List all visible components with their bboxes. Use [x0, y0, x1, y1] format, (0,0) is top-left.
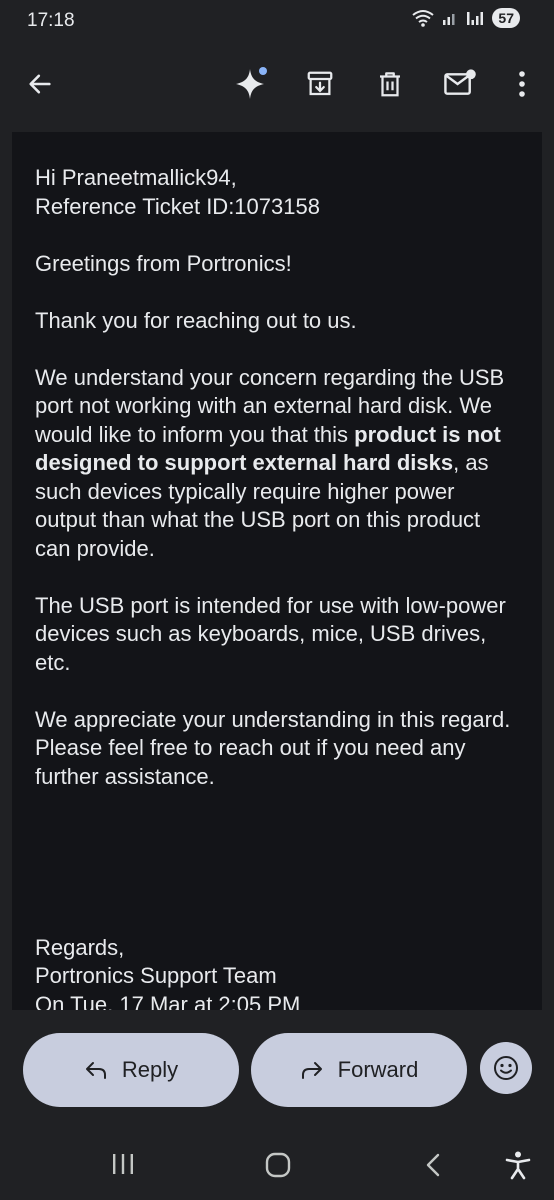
accessibility-icon[interactable]	[504, 1150, 532, 1180]
team-line: Portronics Support Team	[35, 963, 277, 988]
battery-badge: 57	[492, 8, 520, 28]
gemini-button[interactable]	[231, 64, 271, 104]
emoji-reaction-button[interactable]	[480, 1042, 532, 1094]
regards-line: Regards,	[35, 934, 125, 960]
back-button[interactable]	[20, 64, 60, 104]
reply-button[interactable]: Reply	[23, 1033, 239, 1107]
paragraph-appreciate: We appreciate your understanding in this…	[35, 706, 511, 789]
reply-label: Reply	[121, 1057, 179, 1082]
system-nav-bar	[0, 1130, 554, 1200]
signature: Regards, Portronics Support Team On Tue,…	[35, 934, 520, 1011]
recents-icon[interactable]	[110, 1152, 136, 1176]
back-nav-icon[interactable]	[424, 1152, 442, 1178]
greetings-line: Greetings from Portronics!	[35, 250, 292, 276]
forward-icon	[301, 1062, 322, 1079]
delete-button[interactable]	[370, 64, 410, 104]
ticket-line: Reference Ticket ID:1073158	[35, 193, 320, 219]
smiley-icon	[494, 1056, 518, 1080]
email-toolbar	[0, 44, 554, 132]
more-options-button[interactable]	[502, 64, 542, 104]
signal-icon	[443, 14, 455, 25]
trash-icon	[380, 72, 400, 97]
email-content[interactable]: Hi Praneetmallick94, Reference Ticket ID…	[12, 132, 542, 1010]
paragraph-usb-intended: The USB port is intended for use with lo…	[35, 592, 506, 675]
reply-icon	[85, 1062, 106, 1079]
signal-icon-2	[467, 12, 484, 25]
wifi-icon	[412, 10, 435, 27]
quoted-header-line: On Tue, 17 Mar at 2:05 PM	[35, 991, 301, 1011]
home-icon[interactable]	[264, 1151, 292, 1179]
mark-unread-icon	[444, 69, 476, 95]
mark-unread-button[interactable]	[440, 64, 480, 104]
forward-button[interactable]: Forward	[251, 1033, 467, 1107]
archive-button[interactable]	[300, 64, 340, 104]
status-icons: 57	[412, 8, 520, 28]
greeting-line: Hi Praneetmallick94,	[35, 165, 237, 190]
sparkle-icon	[236, 67, 267, 99]
more-vert-icon	[519, 71, 525, 97]
archive-icon	[307, 71, 333, 96]
email-body: Hi Praneetmallick94, Reference Ticket ID…	[35, 164, 520, 1010]
paragraph-usb-concern: We understand your concern regarding the…	[35, 364, 520, 564]
back-arrow-icon	[29, 74, 51, 94]
forward-label: Forward	[337, 1057, 419, 1082]
status-time: 17:18	[27, 10, 75, 31]
status-bar: 17:18 57	[0, 0, 554, 44]
thanks-line: Thank you for reaching out to us.	[35, 307, 357, 333]
